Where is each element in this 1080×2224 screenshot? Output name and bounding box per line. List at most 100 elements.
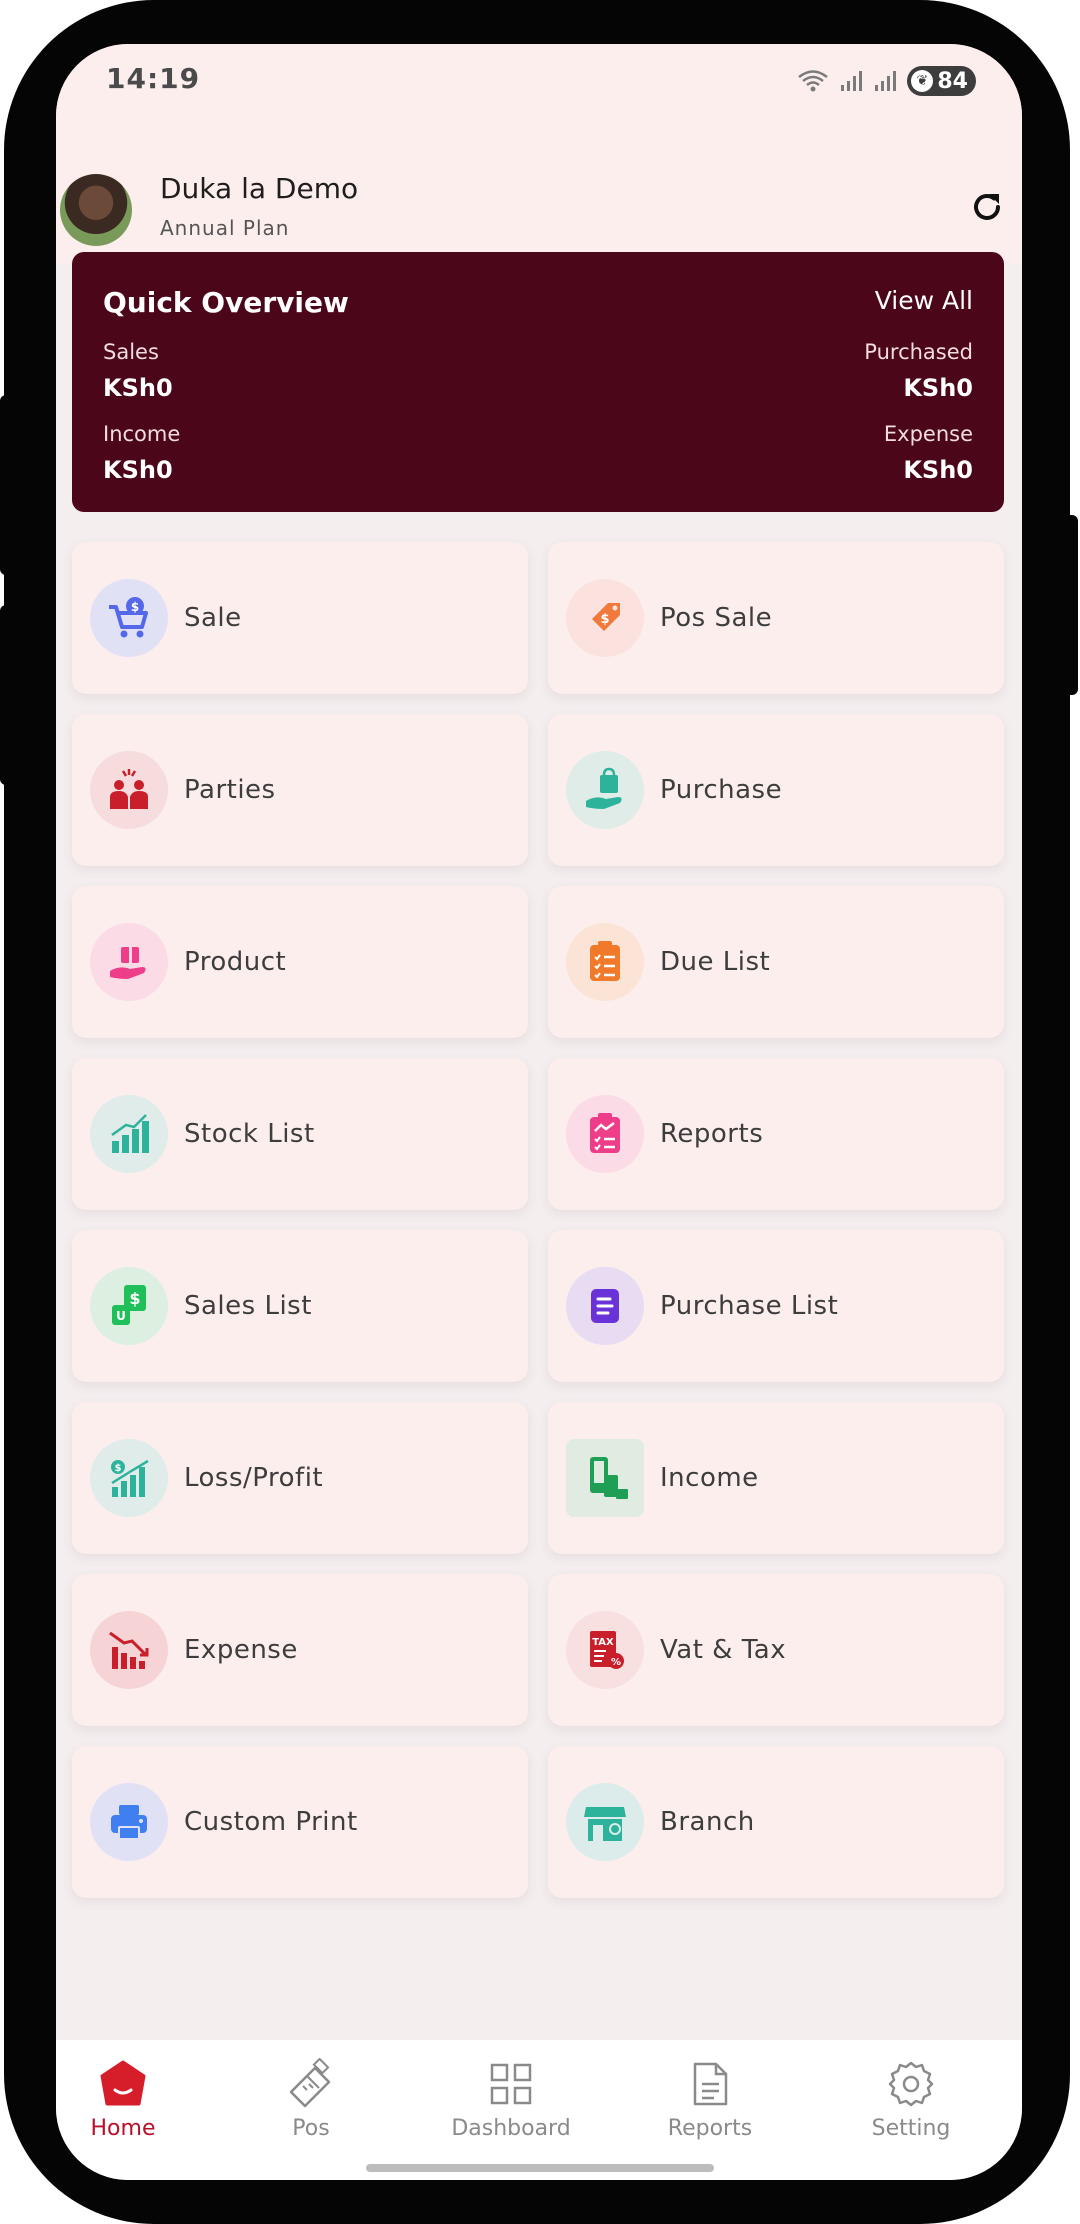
- purchased-value: KSh0: [903, 374, 973, 402]
- menu-item-expense[interactable]: Expense: [72, 1574, 528, 1726]
- plan-name: Annual Plan: [160, 216, 290, 240]
- quick-overview-card: Quick Overview View All Sales KSh0 Purch…: [72, 252, 1004, 512]
- app-screen: 14:19 ❦ 84 Duka la Demo Annual Plan Quic…: [56, 44, 1022, 2180]
- menu-item-sale[interactable]: $ Sale: [72, 542, 528, 694]
- expense-label: Expense: [883, 422, 973, 446]
- device-side-button: [0, 605, 14, 785]
- svg-text:$: $: [131, 600, 139, 614]
- menu-item-income[interactable]: Income: [548, 1402, 1004, 1554]
- menu-item-vat-tax[interactable]: TAX % Vat & Tax: [548, 1574, 1004, 1726]
- menu-item-label: Purchase: [660, 775, 783, 805]
- app-header: Duka la Demo Annual Plan: [56, 124, 1022, 264]
- sales-value: KSh0: [103, 374, 173, 402]
- signal-icon: [841, 71, 863, 91]
- menu-item-label: Pos Sale: [660, 603, 773, 633]
- store-location-icon: [566, 1783, 644, 1861]
- menu-item-label: Product: [184, 947, 287, 977]
- nav-home[interactable]: Home: [56, 2058, 203, 2141]
- menu-item-label: Purchase List: [660, 1291, 839, 1321]
- nav-label: Home: [90, 2116, 156, 2141]
- battery-saver-icon: ❦: [911, 70, 934, 92]
- menu-item-label: Parties: [184, 775, 276, 805]
- income-value: KSh0: [103, 456, 173, 484]
- status-time: 14:19: [106, 62, 201, 95]
- nav-reports[interactable]: Reports: [630, 2058, 790, 2141]
- nav-dashboard[interactable]: Dashboard: [431, 2058, 591, 2141]
- checklist-icon: [566, 923, 644, 1001]
- cash-icon: $ U: [90, 1267, 168, 1345]
- menu-item-label: Expense: [184, 1635, 298, 1665]
- menu-item-loss-profit[interactable]: $ Loss/Profit: [72, 1402, 528, 1554]
- menu-item-label: Stock List: [184, 1119, 315, 1149]
- menu-item-reports[interactable]: Reports: [548, 1058, 1004, 1210]
- battery-level: 84: [937, 68, 968, 94]
- overview-title: Quick Overview: [103, 286, 349, 319]
- reports-document-icon: [630, 2058, 790, 2110]
- nav-setting[interactable]: Setting: [831, 2058, 991, 2141]
- menu-item-label: Due List: [660, 947, 771, 977]
- wifi-icon: [798, 70, 829, 92]
- gift-hand-icon: [90, 923, 168, 1001]
- svg-text:U: U: [116, 1309, 126, 1323]
- document-list-icon: [566, 1267, 644, 1345]
- income-devices-icon: [566, 1439, 644, 1517]
- cart-icon: $: [90, 579, 168, 657]
- menu-item-purchase-list[interactable]: Purchase List: [548, 1230, 1004, 1382]
- bottom-navigation: Home Pos Dashboard Reports Setting: [56, 2040, 1022, 2180]
- menu-item-sales-list[interactable]: $ U Sales List: [72, 1230, 528, 1382]
- svg-text:$: $: [115, 1463, 122, 1474]
- dashboard-grid-icon: [431, 2058, 591, 2110]
- device-frame: 14:19 ❦ 84 Duka la Demo Annual Plan Quic…: [0, 0, 1078, 2224]
- purchase-bag-icon: [566, 751, 644, 829]
- menu-item-due-list[interactable]: Due List: [548, 886, 1004, 1038]
- menu-item-pos-sale[interactable]: $ Pos Sale: [548, 542, 1004, 694]
- menu-item-label: Reports: [660, 1119, 764, 1149]
- svg-text:$: $: [600, 612, 609, 627]
- gear-icon: [831, 2058, 991, 2110]
- menu-item-purchase[interactable]: Purchase: [548, 714, 1004, 866]
- menu-item-stock-list[interactable]: Stock List: [72, 1058, 528, 1210]
- nav-label: Pos: [292, 2116, 330, 2141]
- nav-label: Dashboard: [451, 2116, 571, 2141]
- menu-item-branch[interactable]: Branch: [548, 1746, 1004, 1898]
- avatar[interactable]: [60, 174, 132, 246]
- refresh-icon: [974, 194, 1000, 220]
- declining-chart-icon: [90, 1611, 168, 1689]
- menu-item-label: Vat & Tax: [660, 1635, 787, 1665]
- menu-item-label: Income: [660, 1463, 759, 1493]
- nav-label: Setting: [871, 2116, 951, 2141]
- menu-item-custom-print[interactable]: Custom Print: [72, 1746, 528, 1898]
- status-icons: ❦ 84: [797, 66, 976, 96]
- status-bar: 14:19 ❦ 84: [56, 44, 1022, 124]
- shop-name: Duka la Demo: [160, 172, 359, 205]
- menu-item-label: Sale: [184, 603, 242, 633]
- menu-item-parties[interactable]: Parties: [72, 714, 528, 866]
- sales-label: Sales: [103, 340, 159, 364]
- svg-text:TAX: TAX: [592, 1637, 614, 1648]
- bar-chart-icon: [90, 1095, 168, 1173]
- pos-terminal-icon: [231, 2058, 391, 2110]
- price-tag-icon: $: [566, 579, 644, 657]
- menu-item-label: Branch: [660, 1807, 755, 1837]
- svg-text:$: $: [129, 1289, 140, 1308]
- svg-text:%: %: [611, 1657, 621, 1668]
- tax-document-icon: TAX %: [566, 1611, 644, 1689]
- refresh-button[interactable]: [962, 182, 1012, 232]
- menu-grid: $ Sale $ Pos Sale Parties Purchase Produ…: [72, 542, 1004, 1898]
- nav-label: Reports: [667, 2116, 753, 2141]
- device-side-button: [0, 395, 14, 575]
- signal-icon-secondary: [875, 71, 897, 91]
- menu-item-label: Custom Print: [184, 1807, 358, 1837]
- nav-pos[interactable]: Pos: [231, 2058, 391, 2141]
- parties-icon: [90, 751, 168, 829]
- device-power-button: [1064, 515, 1078, 695]
- printer-icon: [90, 1783, 168, 1861]
- income-label: Income: [103, 422, 181, 446]
- view-all-link[interactable]: View All: [875, 286, 973, 315]
- home-icon: [56, 2058, 203, 2110]
- purchased-label: Purchased: [864, 340, 973, 364]
- growth-chart-icon: $: [90, 1439, 168, 1517]
- home-indicator[interactable]: [366, 2164, 714, 2172]
- expense-value: KSh0: [903, 456, 973, 484]
- menu-item-product[interactable]: Product: [72, 886, 528, 1038]
